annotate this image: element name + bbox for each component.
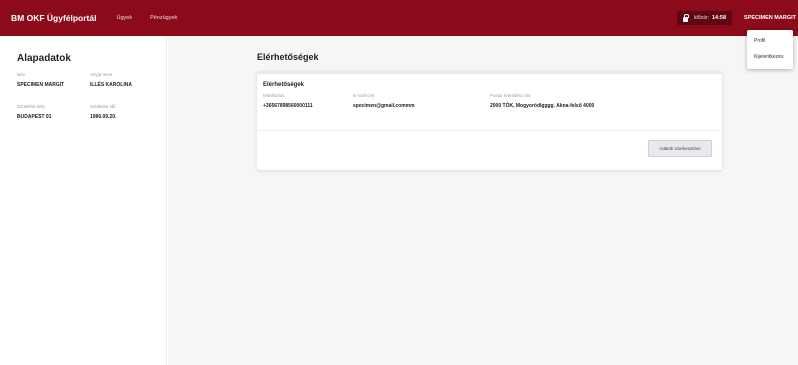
- timer-label: Időzár:: [693, 15, 709, 21]
- field-value-mother-name: ILLÉS KAROLINA: [90, 82, 132, 88]
- sidebar-title: Alapadatok: [17, 53, 71, 64]
- field-label-birth-place: Születési hely: [17, 104, 45, 109]
- nav-link-ugyek[interactable]: Ügyek: [116, 15, 132, 21]
- user-dropdown-menu: Profil Kijelentkezés: [747, 30, 793, 69]
- field-value-email: specimen@gmail.commm: [353, 103, 415, 109]
- card-divider: [257, 130, 722, 131]
- nav-link-penzugyek[interactable]: Pénzügyek: [150, 15, 177, 21]
- field-label-email: E-mail cím: [353, 93, 375, 98]
- field-label-birth-date: Születési idő: [90, 104, 116, 109]
- session-timer: Időzár: 14:58: [676, 11, 733, 25]
- sidebar-basic-data: Alapadatok Név SPECIMEN MARGIT Anyja nev…: [0, 36, 167, 365]
- contact-card: Elérhetőségek Mobilszám +365678985600001…: [257, 71, 722, 170]
- field-value-birth-date: 1986.09.20.: [90, 114, 117, 120]
- edit-data-button[interactable]: Adatok szerkesztése: [648, 140, 712, 157]
- main-content: Elérhetőségek Elérhetőségek Mobilszám +3…: [168, 36, 798, 365]
- card-top-bar: [257, 71, 722, 74]
- field-label-mother-name: Anyja neve: [90, 72, 113, 77]
- field-value-postal-address: 2000 TÓK, Mogyoródigggg. Akna-felső 4000: [490, 103, 595, 109]
- timer-value: 14:58: [711, 15, 727, 21]
- user-menu-toggle[interactable]: SPECIMEN MARGIT: [740, 15, 798, 21]
- top-navbar: BM OKF Ügyfélportál Ügyek Pénzügyek Időz…: [0, 0, 798, 36]
- field-value-mobile: +36567898560000111: [263, 103, 313, 109]
- field-value-birth-place: BUDAPEST 01: [17, 114, 52, 120]
- lock-icon: [682, 13, 689, 22]
- field-label-postal-address: Postai értesítési cím: [490, 93, 531, 98]
- card-title: Elérhetőségek: [263, 82, 305, 88]
- menu-item-profile[interactable]: Profil: [754, 38, 765, 44]
- field-value-name: SPECIMEN MARGIT: [17, 82, 65, 88]
- field-label-name: Név: [17, 72, 26, 77]
- brand-logo[interactable]: BM OKF Ügyfélportál: [11, 13, 96, 23]
- menu-item-logout[interactable]: Kijelentkezés: [754, 54, 783, 60]
- field-label-mobile: Mobilszám: [263, 93, 285, 98]
- page-title: Elérhetőségek: [257, 52, 319, 62]
